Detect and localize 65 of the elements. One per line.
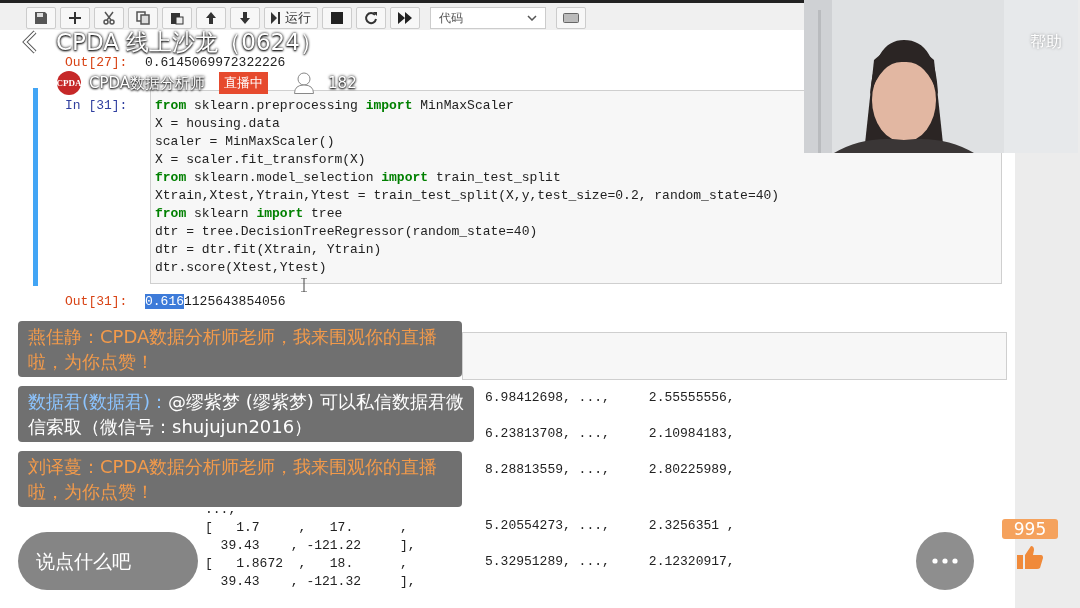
text-cursor-icon xyxy=(301,278,307,292)
array-text: 6.23813708, ..., 2.10984183, xyxy=(485,426,735,441)
host-name: CPDA数据分析师 xyxy=(89,73,206,93)
thumbs-up-icon xyxy=(1017,545,1043,569)
copy-button[interactable] xyxy=(128,7,158,29)
code-line: X = housing.data xyxy=(155,115,281,133)
copy-icon xyxy=(136,11,150,25)
code-line: from sklearn import tree xyxy=(155,205,344,223)
output-prompt: Out[31]: xyxy=(64,293,129,309)
plus-icon xyxy=(68,11,82,25)
chat-message: 刘译蔓：CPDA数据分析师老师，我来围观你的直播啦，为你点赞！ xyxy=(18,451,462,507)
move-down-button[interactable] xyxy=(230,7,260,29)
array-text: 8.28813559, ..., 2.80225989, xyxy=(485,462,735,477)
keyboard-icon xyxy=(563,13,579,23)
run-button[interactable]: 运行 xyxy=(264,7,318,29)
code-line: dtr.score(Xtest,Ytest) xyxy=(155,259,328,277)
fast-forward-button[interactable] xyxy=(390,7,420,29)
paste-button[interactable] xyxy=(162,7,192,29)
viewer-icon xyxy=(294,72,315,94)
array-text: [ 1.8672 , 18. , xyxy=(205,555,408,571)
code-line: from sklearn.model_selection import train_test_split xyxy=(155,169,562,187)
code-line: X = scaler.fit_transform(X) xyxy=(155,151,367,169)
arrow-down-icon xyxy=(238,11,252,25)
more-icon xyxy=(932,558,958,564)
array-text: 5.32951289, ..., 2.12320917, xyxy=(485,553,735,569)
viewer-count: 182 xyxy=(328,74,357,92)
output-value: 1125643854056 xyxy=(184,293,286,309)
cut-button[interactable] xyxy=(94,7,124,29)
code-line: dtr = dtr.fit(Xtrain, Ytrain) xyxy=(155,241,383,259)
save-button[interactable] xyxy=(26,7,56,29)
stop-button[interactable] xyxy=(322,7,352,29)
array-text: 6.98412698, ..., 2.55555556, xyxy=(485,390,735,405)
arrow-up-icon xyxy=(204,11,218,25)
code-cell[interactable] xyxy=(462,332,1007,380)
move-up-button[interactable] xyxy=(196,7,226,29)
fast-forward-icon xyxy=(398,12,412,24)
stop-icon xyxy=(331,12,343,24)
array-text: 5.20554273, ..., 2.3256351 , xyxy=(485,517,735,533)
save-icon xyxy=(34,11,48,25)
array-text: [ 1.7 , 17. , xyxy=(205,519,408,535)
add-cell-button[interactable] xyxy=(60,7,90,29)
input-prompt: In [31]: xyxy=(64,97,129,115)
back-icon[interactable] xyxy=(22,30,38,54)
array-text: 39.43 , -121.22 ], xyxy=(219,537,416,553)
live-badge: 直播中 xyxy=(219,72,269,94)
code-line: from sklearn.preprocessing import MinMaxScaler xyxy=(155,97,515,115)
comment-input[interactable]: 说点什么吧 xyxy=(18,532,198,590)
chat-message: 数据君(数据君)：@缪紫梦 (缪紫梦) 可以私信数据君微信索取（微信号：shujujun2016） xyxy=(18,386,474,442)
code-line: scaler = MinMaxScaler() xyxy=(155,133,336,151)
restart-button[interactable] xyxy=(356,7,386,29)
paste-icon xyxy=(170,11,184,25)
cell-type-dropdown[interactable]: 代码 xyxy=(430,7,546,29)
code-line: Xtrain,Xtest,Ytrain,Ytest = train_test_split(X,y,test_size=0.2, random_state=40) xyxy=(155,187,781,205)
array-text: 39.43 , -121.32 ], xyxy=(219,573,416,589)
caret-icon xyxy=(527,15,537,21)
step-icon xyxy=(271,12,281,24)
code-line: dtr = tree.DecisionTreeRegressor(random_state=40) xyxy=(155,223,539,241)
stream-title: CPDA 线上沙龙（0624） xyxy=(56,29,323,55)
chat-message: 燕佳静：CPDA数据分析师老师，我来围观你的直播啦，为你点赞！ xyxy=(18,321,462,377)
restart-icon xyxy=(364,11,378,25)
keyboard-button[interactable] xyxy=(556,7,586,29)
output-prompt: Out[27]: xyxy=(64,54,128,70)
scissors-icon xyxy=(102,11,116,25)
selected-text: 0.616 xyxy=(145,293,184,309)
output-value: 0.6145069972322226 xyxy=(145,54,286,70)
